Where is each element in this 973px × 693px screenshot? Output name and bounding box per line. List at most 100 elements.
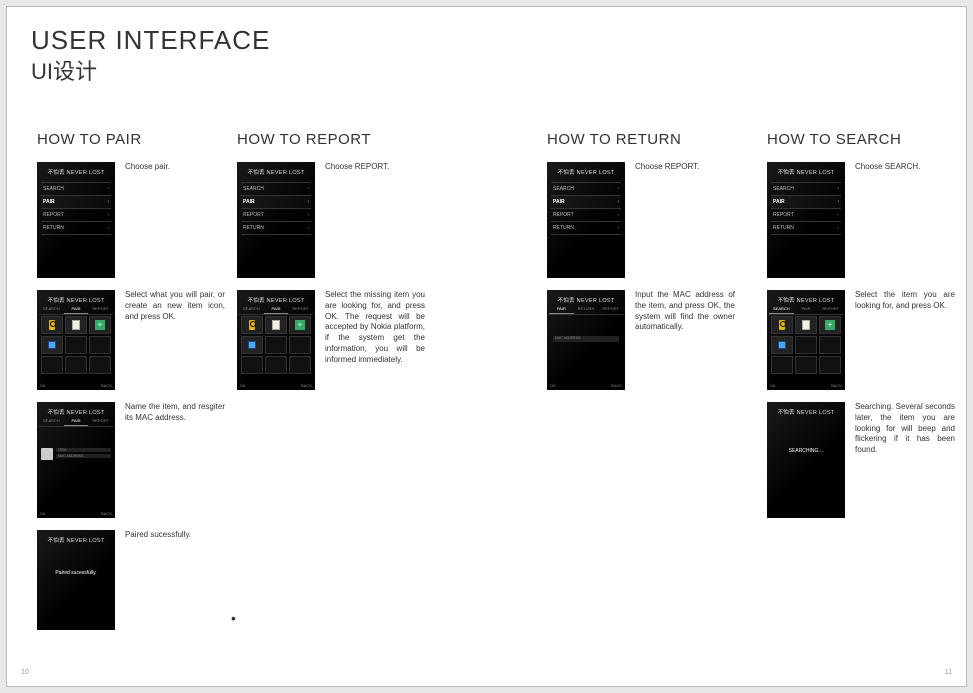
menu-pair: PAIR› bbox=[41, 195, 111, 209]
softkey-bar: OKBACK bbox=[40, 511, 112, 516]
softkey-bar: OKBACK bbox=[40, 383, 112, 388]
chevron-right-icon: › bbox=[107, 212, 109, 218]
caption: Input the MAC address of the item, and p… bbox=[635, 290, 735, 333]
item-empty bbox=[89, 336, 111, 354]
tab-report: REPORT bbox=[818, 304, 843, 314]
bullet-dot: • bbox=[231, 610, 236, 626]
caption: Name the item, and resgiter its MAC addr… bbox=[125, 402, 225, 424]
softkey-bar: OKBACK bbox=[770, 383, 842, 388]
caption: Searching. Several seconds later, the it… bbox=[855, 402, 955, 456]
screen-return-menu: 不怕丢 NEVER LOST SEARCH› PAIR› REPORT› RET… bbox=[547, 162, 625, 278]
tab-bar: SEARCH PAIR REPORT bbox=[769, 304, 843, 315]
page-number-right: 11 bbox=[945, 669, 952, 676]
heading-search: HOW TO SEARCH bbox=[767, 131, 967, 148]
menu-report: REPORT› bbox=[551, 208, 621, 222]
app-title: 不怕丢 NEVER LOST bbox=[237, 296, 315, 304]
return-step-1: 不怕丢 NEVER LOST SEARCH› PAIR› REPORT› RET… bbox=[547, 162, 747, 278]
softkey-bar: OKBACK bbox=[240, 383, 312, 388]
page-number-left: 10 bbox=[21, 669, 29, 676]
caption: Select what you will pair, or create an … bbox=[125, 290, 225, 322]
softkey-bar: OKBACK bbox=[550, 383, 622, 388]
item-empty bbox=[41, 356, 63, 374]
main-menu: SEARCH› PAIR› REPORT› RETURN› bbox=[771, 182, 841, 234]
screen-search-menu: 不怕丢 NEVER LOST SEARCH› PAIR› REPORT› RET… bbox=[767, 162, 845, 278]
tab-bar: SEARCH PAIR REPORT bbox=[39, 416, 113, 427]
column-pair: HOW TO PAIR 不怕丢 NEVER LOST SEARCH› PAIR›… bbox=[37, 131, 237, 642]
chevron-right-icon: › bbox=[617, 199, 619, 205]
caption: Choose REPORT. bbox=[635, 162, 735, 173]
item-empty bbox=[89, 356, 111, 374]
item-thumb-icon bbox=[41, 448, 53, 460]
screen-search-grid: 不怕丢 NEVER LOST SEARCH PAIR REPORT + bbox=[767, 290, 845, 390]
caption: Choose pair. bbox=[125, 162, 225, 173]
tab-bar: SEARCH PAIR REPORT bbox=[239, 304, 313, 315]
tab-report: REPORT bbox=[88, 416, 113, 426]
tab-search: SEARCH bbox=[39, 304, 64, 314]
chevron-right-icon: › bbox=[107, 225, 109, 231]
caption: Paired sucessfully. bbox=[125, 530, 225, 541]
menu-return: RETURN› bbox=[41, 221, 111, 235]
main-menu: SEARCH› PAIR› REPORT› RETURN› bbox=[41, 182, 111, 234]
item-disk-icon bbox=[241, 336, 263, 354]
menu-report: REPORT› bbox=[41, 208, 111, 222]
item-add-icon: + bbox=[89, 316, 111, 334]
tab-pair: PAIR bbox=[64, 304, 89, 314]
tab-report: REPORT bbox=[288, 304, 313, 314]
column-return: HOW TO RETURN 不怕丢 NEVER LOST SEARCH› PAI… bbox=[547, 131, 747, 402]
app-title: 不怕丢 NEVER LOST bbox=[37, 536, 115, 544]
app-title: 不怕丢 NEVER LOST bbox=[237, 168, 315, 176]
item-disk-icon bbox=[771, 336, 793, 354]
item-disk-icon bbox=[41, 336, 63, 354]
search-step-2: 不怕丢 NEVER LOST SEARCH PAIR REPORT + bbox=[767, 290, 967, 390]
screen-return-mac: 不怕丢 NEVER LOST PAIR RETURN REPORT MAC AD… bbox=[547, 290, 625, 390]
searching-text: SEARCHING… bbox=[767, 448, 845, 454]
report-step-1: 不怕丢 NEVER LOST SEARCH› PAIR› REPORT› RET… bbox=[237, 162, 437, 278]
tab-search: SEARCH bbox=[239, 304, 264, 314]
pair-step-4: 不怕丢 NEVER LOST Paired sucessfully. Paire… bbox=[37, 530, 237, 630]
item-doc-icon bbox=[65, 316, 87, 334]
pair-step-3: 不怕丢 NEVER LOST SEARCH PAIR REPORT ITEM M… bbox=[37, 402, 237, 518]
document-page: USER INTERFACE UI设计 HOW TO PAIR 不怕丢 NEVE… bbox=[6, 6, 967, 687]
chevron-right-icon: › bbox=[837, 212, 839, 218]
tab-pair: PAIR bbox=[264, 304, 289, 314]
pair-step-1: 不怕丢 NEVER LOST SEARCH› PAIR› REPORT› RET… bbox=[37, 162, 237, 278]
tab-report: REPORT bbox=[88, 304, 113, 314]
return-step-2: 不怕丢 NEVER LOST PAIR RETURN REPORT MAC AD… bbox=[547, 290, 747, 390]
item-key-icon bbox=[241, 316, 263, 334]
field-mac: MAC ADDRESS bbox=[56, 454, 111, 458]
item-empty bbox=[65, 356, 87, 374]
main-menu: SEARCH› PAIR› REPORT› RETURN› bbox=[551, 182, 621, 234]
app-title: 不怕丢 NEVER LOST bbox=[37, 296, 115, 304]
menu-return: RETURN› bbox=[241, 221, 311, 235]
menu-search: SEARCH› bbox=[771, 182, 841, 196]
item-key-icon bbox=[41, 316, 63, 334]
menu-return: RETURN› bbox=[771, 221, 841, 235]
app-title: 不怕丢 NEVER LOST bbox=[37, 408, 115, 416]
item-grid: + bbox=[771, 316, 841, 374]
tab-pair: PAIR bbox=[549, 304, 574, 314]
menu-pair: PAIR› bbox=[771, 195, 841, 209]
pair-step-2: 不怕丢 NEVER LOST SEARCH PAIR REPORT + bbox=[37, 290, 237, 390]
chevron-right-icon: › bbox=[617, 186, 619, 192]
menu-pair: PAIR› bbox=[551, 195, 621, 209]
app-title: 不怕丢 NEVER LOST bbox=[547, 296, 625, 304]
chevron-right-icon: › bbox=[307, 212, 309, 218]
app-title: 不怕丢 NEVER LOST bbox=[547, 168, 625, 176]
menu-pair: PAIR› bbox=[241, 195, 311, 209]
screen-report-menu: 不怕丢 NEVER LOST SEARCH› PAIR› REPORT› RET… bbox=[237, 162, 315, 278]
item-doc-icon bbox=[265, 316, 287, 334]
form-fields: ITEM MAC ADDRESS bbox=[56, 448, 111, 460]
item-add-icon: + bbox=[819, 316, 841, 334]
mac-input: MAC ADDRESS bbox=[553, 336, 619, 342]
report-step-2: 不怕丢 NEVER LOST SEARCH PAIR REPORT + bbox=[237, 290, 437, 390]
item-doc-icon bbox=[795, 316, 817, 334]
page-title-cn: UI设计 bbox=[31, 54, 270, 86]
item-empty bbox=[65, 336, 87, 354]
chevron-right-icon: › bbox=[307, 225, 309, 231]
tab-bar: SEARCH PAIR REPORT bbox=[39, 304, 113, 315]
caption: Choose SEARCH. bbox=[855, 162, 955, 173]
chevron-right-icon: › bbox=[837, 186, 839, 192]
tab-pair: PAIR bbox=[794, 304, 819, 314]
form-row: ITEM MAC ADDRESS bbox=[41, 448, 111, 460]
menu-return: RETURN› bbox=[551, 221, 621, 235]
